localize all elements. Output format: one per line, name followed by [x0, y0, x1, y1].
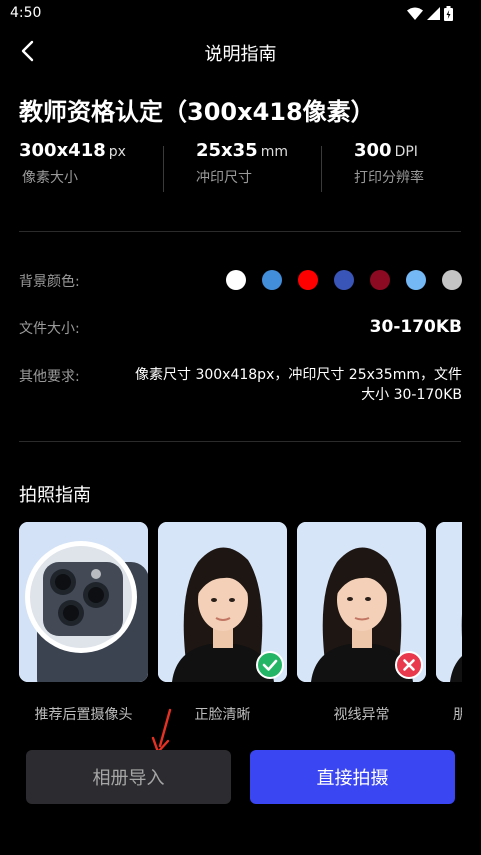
spec-unit: mm	[260, 144, 288, 160]
other-requirements-value: 像素尺寸 300x418px，冲印尺寸 25x35mm，文件大小 30-170K…	[135, 367, 462, 403]
divider	[163, 146, 164, 192]
wifi-icon	[407, 7, 423, 20]
portrait-partial-image	[436, 522, 462, 682]
spec-unit: px	[108, 144, 126, 160]
take-photo-button[interactable]: 直接拍摄	[250, 750, 455, 804]
rear-camera-image	[19, 522, 148, 682]
color-swatch-1[interactable]	[226, 270, 246, 290]
header-title: 说明指南	[204, 44, 277, 65]
file-size-value: 30-170KB	[369, 317, 462, 337]
page-title: 教师资格认定（300x418像素）	[19, 98, 375, 126]
spec-label: 冲印尺寸	[196, 170, 252, 186]
spec-dpi: 300 DPI 打印分辨率	[354, 140, 424, 187]
portrait-correct-image	[158, 522, 287, 682]
annotation-arrow-icon	[151, 708, 172, 754]
guide-card-rear-camera: 推荐后置摄像头	[19, 522, 148, 724]
spec-label: 像素大小	[22, 170, 78, 186]
status-icons	[407, 6, 453, 21]
album-import-button[interactable]: 相册导入	[26, 750, 231, 804]
color-swatch-7[interactable]	[442, 270, 462, 290]
color-swatch-3[interactable]	[298, 270, 318, 290]
color-swatch-5[interactable]	[370, 270, 390, 290]
app-header: 说明指南	[0, 28, 481, 74]
spec-unit: DPI	[394, 144, 418, 160]
check-badge-icon	[256, 651, 284, 679]
spec-value: 300	[354, 140, 392, 161]
spec-print-size: 25x35 mm 冲印尺寸	[196, 140, 288, 187]
other-requirements-label: 其他要求:	[19, 369, 80, 385]
guide-card-caption: 推荐后置摄像头	[34, 707, 133, 723]
cross-badge-icon	[395, 651, 423, 679]
battery-icon	[444, 6, 453, 21]
photo-guide-carousel[interactable]: 推荐后置摄像头 正脸清晰 视线异常 朋	[19, 522, 462, 732]
guide-card-wrong: 视线异常	[297, 522, 426, 724]
guide-card-caption: 朋	[453, 707, 462, 723]
section-divider	[19, 441, 461, 442]
spec-pixel-size: 300x418 px 像素大小	[19, 140, 126, 187]
guide-card-caption: 正脸清晰	[194, 707, 251, 723]
color-swatch-4[interactable]	[334, 270, 354, 290]
guide-card-partial: 朋	[436, 522, 462, 724]
status-time: 4:50	[10, 5, 42, 21]
spec-summary: 300x418 px 像素大小 25x35 mm 冲印尺寸 300 DPI 打印分辨率	[0, 140, 481, 196]
file-size-label: 文件大小:	[19, 321, 80, 337]
divider	[321, 146, 322, 192]
portrait-gaze-wrong-image	[297, 522, 426, 682]
guide-card-caption: 视线异常	[333, 707, 390, 723]
spec-value: 25x35	[196, 140, 258, 161]
spec-value: 300x418	[19, 140, 106, 161]
background-color-options	[226, 270, 462, 290]
photo-guide-title: 拍照指南	[19, 485, 91, 506]
color-swatch-2[interactable]	[262, 270, 282, 290]
cellular-signal-icon	[427, 7, 440, 20]
section-divider	[19, 231, 461, 232]
guide-card-correct: 正脸清晰	[158, 522, 287, 724]
background-color-label: 背景颜色:	[19, 274, 80, 290]
spec-label: 打印分辨率	[354, 170, 424, 186]
status-bar: 4:50	[0, 0, 481, 28]
color-swatch-6[interactable]	[406, 270, 426, 290]
